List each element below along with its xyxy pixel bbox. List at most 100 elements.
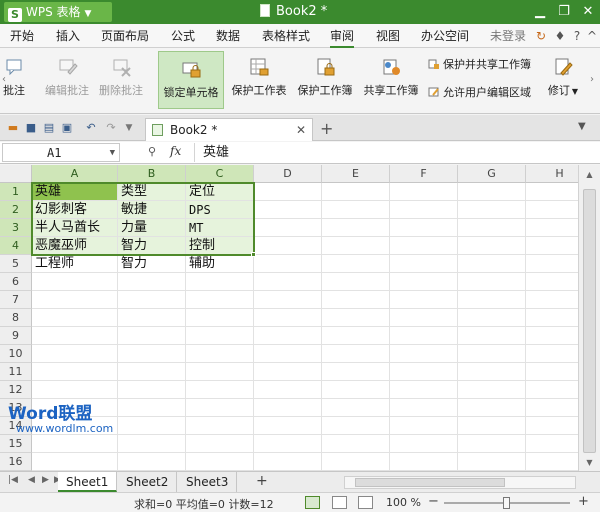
zoom-level[interactable]: 100 % <box>386 496 421 509</box>
help-icon[interactable]: ? <box>570 29 584 43</box>
protect-sheet-button[interactable]: 保护工作表 <box>230 56 288 98</box>
zoom-out-button[interactable]: − <box>428 494 439 509</box>
ribbon-scroll-right-icon[interactable]: › <box>590 74 594 85</box>
quick-access-more-icon[interactable]: ▼ <box>122 121 136 135</box>
fill-handle[interactable] <box>251 252 256 257</box>
horizontal-scroll-thumb[interactable] <box>355 478 505 487</box>
menu-review[interactable]: 审阅 <box>330 24 355 48</box>
select-all-corner[interactable] <box>0 165 32 183</box>
allow-edit-ranges-button[interactable]: 允许用户编辑区域 <box>428 84 531 100</box>
normal-view-icon[interactable] <box>305 496 320 509</box>
tab-list-menu-icon[interactable]: ▼ <box>578 121 586 132</box>
edit-comment-button[interactable]: 编辑批注 <box>42 56 92 98</box>
lock-cell-button[interactable]: 锁定单元格 <box>158 51 224 109</box>
menu-insert[interactable]: 插入 <box>56 24 80 48</box>
row-header[interactable]: 2 <box>0 201 32 219</box>
app-menu-button[interactable]: S WPS 表格 ▼ <box>4 2 112 22</box>
selection-border <box>31 182 255 256</box>
close-icon[interactable]: ✕ <box>576 0 600 24</box>
app-brand: WPS 表格 <box>26 5 81 19</box>
page-layout-view-icon[interactable] <box>332 496 347 509</box>
column-header-f[interactable]: F <box>390 165 458 183</box>
column-header-c[interactable]: C <box>186 165 254 183</box>
row-header[interactable]: 8 <box>0 309 32 327</box>
cell-c5[interactable]: 辅助 <box>186 255 254 273</box>
cell-a5[interactable]: 工程师 <box>32 255 118 273</box>
protect-sheet-label[interactable]: 保护工作表 <box>232 84 287 97</box>
menu-formulas[interactable]: 公式 <box>171 24 195 48</box>
row-header[interactable]: 5 <box>0 255 32 273</box>
page-break-view-icon[interactable] <box>358 496 373 509</box>
new-tab-button[interactable]: + <box>320 119 333 138</box>
row-header[interactable]: 9 <box>0 327 32 345</box>
skin-icon[interactable]: ♦ <box>553 29 567 43</box>
menu-page-layout[interactable]: 页面布局 <box>101 24 149 48</box>
undo-icon[interactable]: ↶ <box>84 121 98 135</box>
vertical-scrollbar[interactable]: ▲ ▼ <box>578 165 600 471</box>
share-workbook-button[interactable]: 共享工作簿 <box>362 56 420 98</box>
row-header[interactable]: 7 <box>0 291 32 309</box>
row-header[interactable]: 12 <box>0 381 32 399</box>
row-header[interactable]: 11 <box>0 363 32 381</box>
horizontal-scrollbar[interactable] <box>344 476 576 489</box>
sheet-tab-sheet1[interactable]: Sheet1 <box>58 472 118 492</box>
row-gridline <box>32 290 578 291</box>
next-sheet-icon[interactable]: ▶ <box>42 475 49 485</box>
ribbon-scroll-left-icon[interactable]: ‹ <box>2 74 6 85</box>
row-header[interactable]: 10 <box>0 345 32 363</box>
collapse-ribbon-icon[interactable]: ^ <box>585 29 599 43</box>
add-sheet-button[interactable]: + <box>256 473 268 489</box>
menu-office-space[interactable]: 办公空间 <box>421 24 469 48</box>
first-sheet-icon[interactable]: |◀ <box>8 475 18 485</box>
zoom-slider-thumb[interactable] <box>503 497 510 509</box>
watermark-url: www.wordlm.com <box>16 422 114 435</box>
sheet-tab-sheet3[interactable]: Sheet3 <box>178 472 238 492</box>
search-formula-icon[interactable]: ⚲ <box>148 145 156 158</box>
scroll-up-icon[interactable]: ▲ <box>579 167 600 183</box>
column-header-e[interactable]: E <box>322 165 390 183</box>
edit-comment-label: 编辑批注 <box>45 84 89 97</box>
print-preview-icon[interactable]: ▣ <box>60 121 74 135</box>
formula-input[interactable]: 英雄 <box>194 143 596 162</box>
scroll-down-icon[interactable]: ▼ <box>579 455 600 471</box>
row-header[interactable]: 4 <box>0 237 32 255</box>
restore-icon[interactable]: ❐ <box>552 0 576 24</box>
close-tab-icon[interactable]: ✕ <box>296 119 306 141</box>
spreadsheet-grid[interactable]: A B C D E F G H 1 2 3 4 5 6 7 8 9 10 11 … <box>0 165 578 471</box>
row-header[interactable]: 6 <box>0 273 32 291</box>
protect-workbook-button[interactable]: 保护工作簿 <box>296 56 354 98</box>
sheet-tabs-bar: |◀ ◀ ▶ ▶| Sheet1 Sheet2 Sheet3 + <box>0 471 600 492</box>
prev-sheet-icon[interactable]: ◀ <box>28 475 35 485</box>
vertical-scroll-thumb[interactable] <box>583 189 596 453</box>
cell-b5[interactable]: 智力 <box>118 255 186 273</box>
delete-comment-button[interactable]: 删除批注 <box>96 56 146 98</box>
row-header[interactable]: 1 <box>0 183 32 201</box>
column-header-d[interactable]: D <box>254 165 322 183</box>
zoom-in-button[interactable]: + <box>578 494 589 509</box>
open-folder-icon[interactable]: ▬ <box>6 121 20 135</box>
name-box[interactable]: A1 ▼ <box>2 143 120 162</box>
column-header-a[interactable]: A <box>32 165 118 183</box>
login-link[interactable]: 未登录 <box>490 24 526 48</box>
document-tab[interactable]: Book2 * ✕ <box>145 118 313 141</box>
menu-data[interactable]: 数据 <box>216 24 240 48</box>
save-icon[interactable]: ■ <box>24 121 38 135</box>
row-header[interactable]: 3 <box>0 219 32 237</box>
insert-function-button[interactable]: fx <box>170 144 181 158</box>
menu-home[interactable]: 开始 <box>10 24 34 48</box>
allow-edit-ranges-icon <box>428 87 439 97</box>
refresh-icon[interactable]: ↻ <box>534 29 548 43</box>
row-header[interactable]: 16 <box>0 453 32 471</box>
column-header-h[interactable]: H <box>526 165 578 183</box>
column-header-b[interactable]: B <box>118 165 186 183</box>
minimize-icon[interactable]: ▁ <box>528 0 552 24</box>
sheet-tab-sheet2[interactable]: Sheet2 <box>118 472 178 492</box>
track-changes-button[interactable]: 修订 ▼ <box>543 56 583 98</box>
allow-edit-ranges-label: 允许用户编辑区域 <box>443 86 531 99</box>
menu-view[interactable]: 视图 <box>376 24 400 48</box>
redo-icon[interactable]: ↷ <box>104 121 118 135</box>
column-header-g[interactable]: G <box>458 165 526 183</box>
protect-and-share-button[interactable]: 保护并共享工作簿 <box>428 56 531 72</box>
print-icon[interactable]: ▤ <box>42 121 56 135</box>
menu-table-style[interactable]: 表格样式 <box>262 24 310 48</box>
